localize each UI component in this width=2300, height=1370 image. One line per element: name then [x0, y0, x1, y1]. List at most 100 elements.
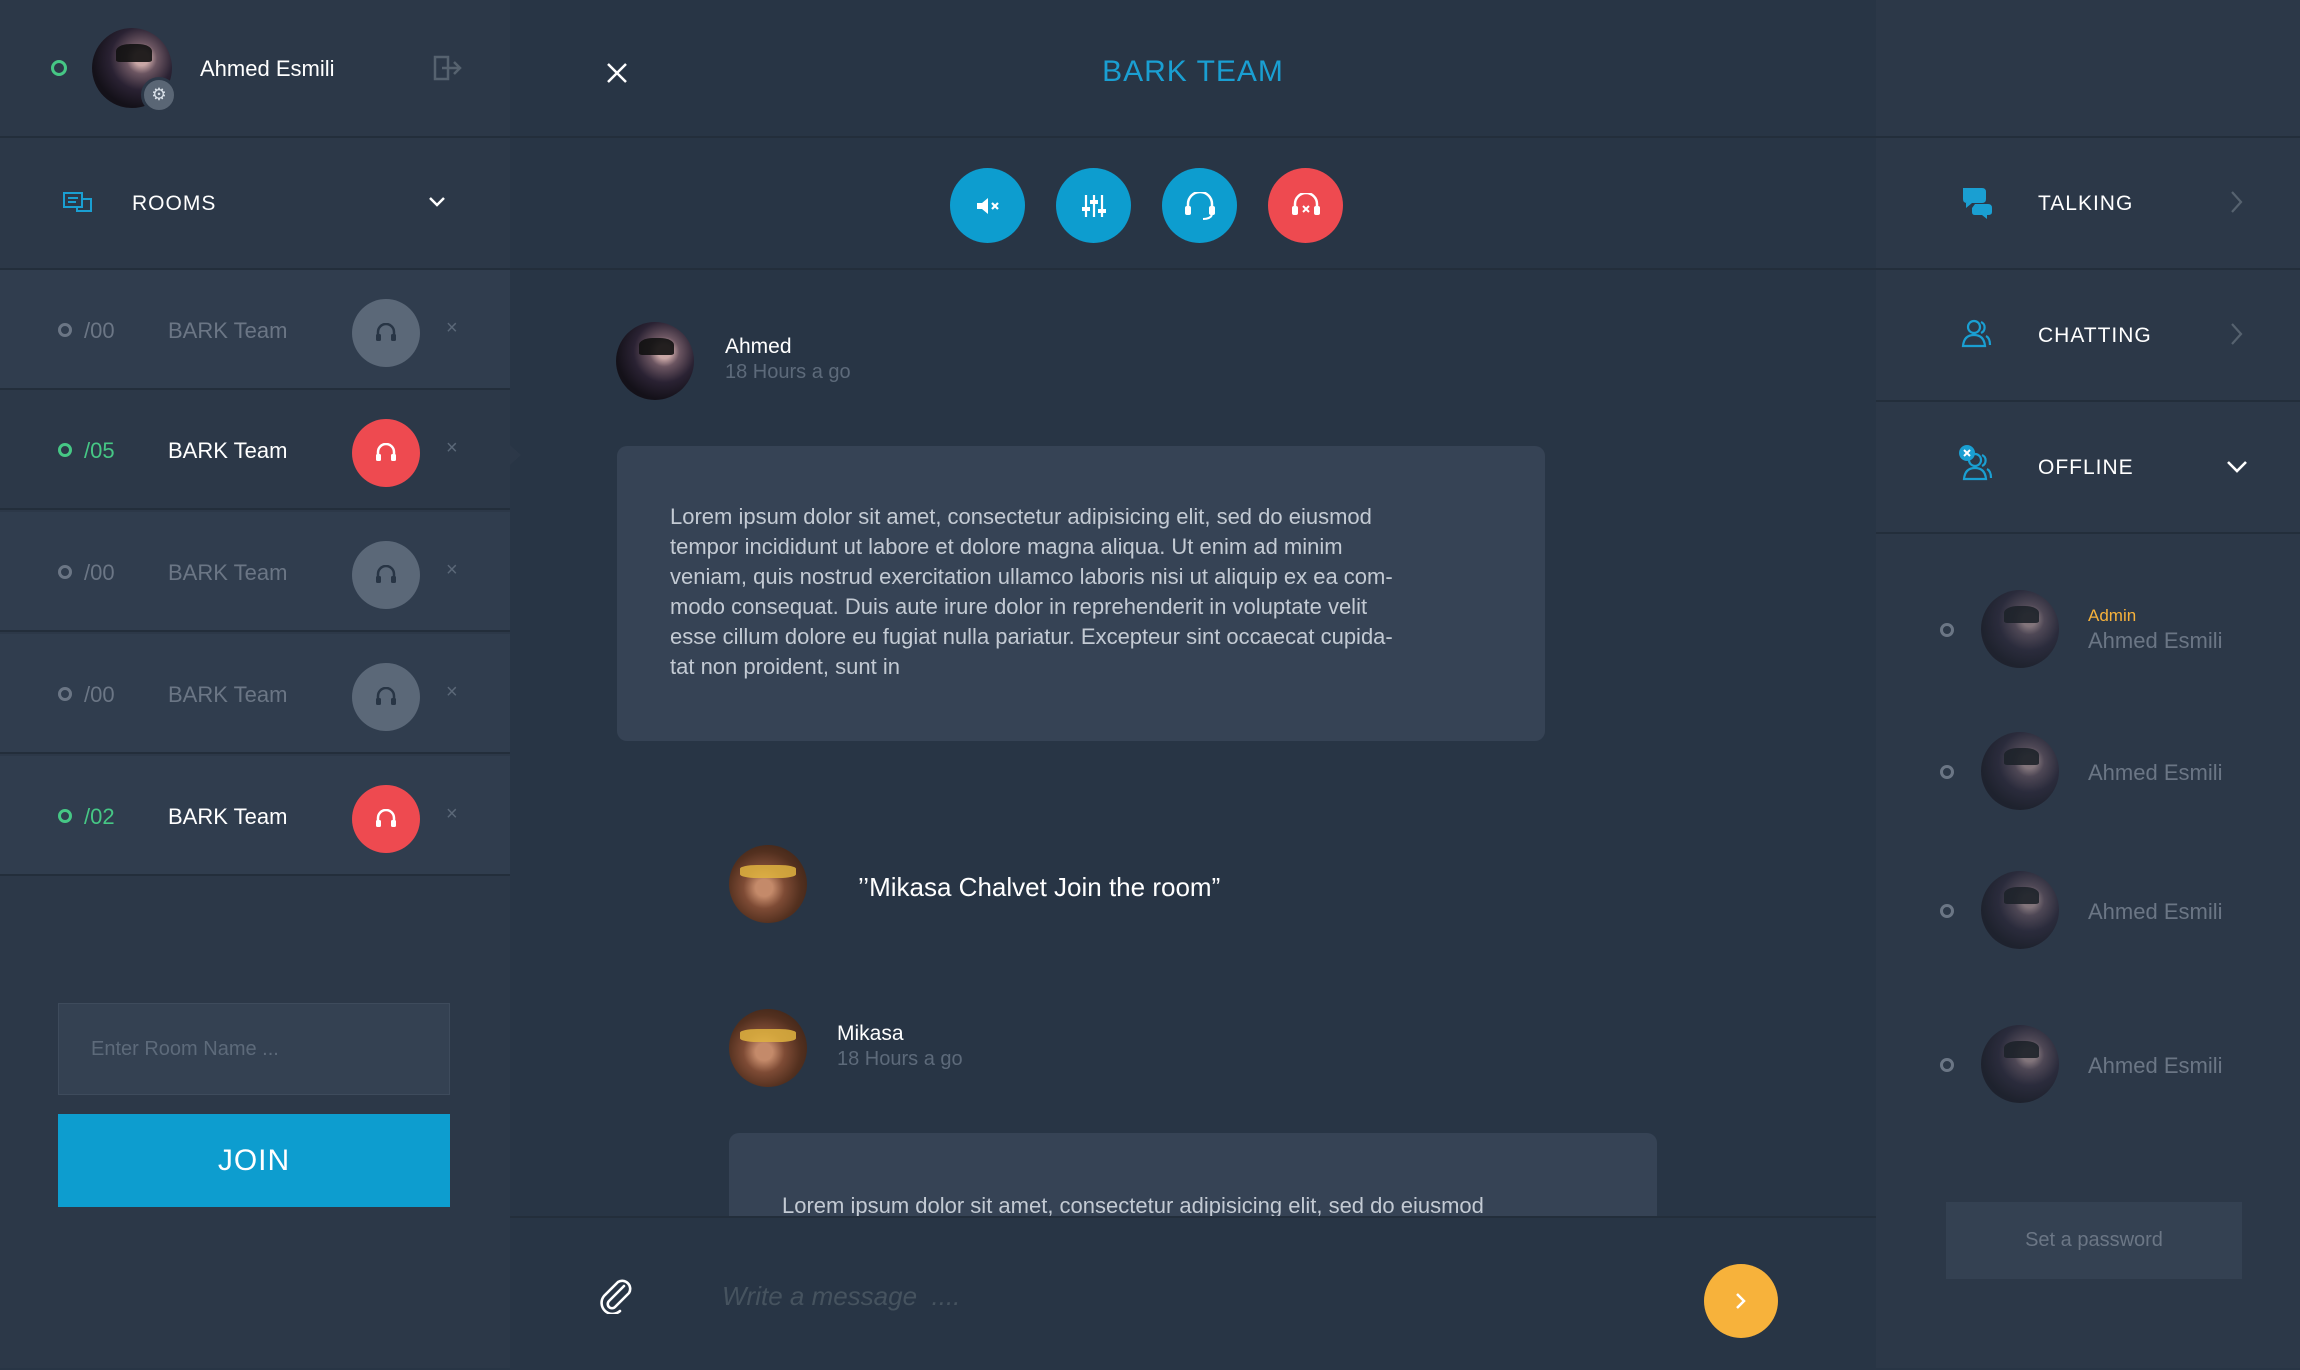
message-line: veniam, quis nostrud exercitation ullamc…	[670, 564, 1393, 589]
close-icon[interactable]: ×	[446, 682, 462, 702]
status-dot	[1940, 765, 1954, 779]
active-room-pointer	[510, 445, 521, 465]
headset-button[interactable]	[352, 785, 420, 853]
room-status-dot	[58, 809, 72, 823]
equalizer-button[interactable]	[1056, 168, 1131, 243]
room-status-dot	[58, 323, 72, 337]
headset-button[interactable]	[352, 419, 420, 487]
room-item[interactable]: /02 BARK Team ×	[0, 756, 510, 876]
mute-icon	[976, 197, 999, 214]
rooms-header[interactable]: ROOMS	[0, 138, 510, 270]
chevron-down-icon[interactable]	[428, 196, 446, 208]
user-list-item[interactable]: Ahmed Esmili	[1876, 1005, 2300, 1125]
headset-button[interactable]	[352, 541, 420, 609]
message-line: modo consequat. Duis aute irure dolor in…	[670, 594, 1368, 619]
room-number: /00	[84, 560, 115, 585]
section-label: OFFLINE	[2038, 456, 2134, 479]
send-button[interactable]	[1704, 1264, 1778, 1338]
headset-icon	[1184, 191, 1215, 220]
close-icon[interactable]: ×	[446, 438, 462, 458]
room-status-dot	[58, 565, 72, 579]
close-icon[interactable]: ×	[446, 804, 462, 824]
avatar[interactable]	[729, 845, 807, 923]
left-sidebar: ⚙ Ahmed Esmili ROOMS /00 BARK Team × /05…	[0, 0, 510, 1368]
user-list-item[interactable]: Ahmed Esmili	[1876, 851, 2300, 971]
call-controls	[510, 138, 1876, 270]
section-chatting[interactable]: CHATTING	[1876, 270, 2300, 402]
gear-icon[interactable]: ⚙	[141, 77, 177, 113]
room-item[interactable]: /00 BARK Team ×	[0, 634, 510, 754]
user-name: Ahmed Esmili	[2088, 628, 2223, 653]
message-line: tempor incididunt ut labore et dolore ma…	[670, 534, 1343, 559]
room-number: /05	[84, 438, 115, 463]
users-icon	[1961, 319, 1992, 348]
section-offline[interactable]: OFFLINE	[1876, 402, 2300, 534]
user-name: Ahmed Esmili	[2088, 899, 2223, 924]
headset-icon	[376, 687, 396, 705]
avatar	[1981, 732, 2059, 810]
message-author: Mikasa	[837, 1022, 904, 1045]
room-number: /00	[84, 682, 115, 707]
avatar[interactable]	[616, 322, 694, 400]
logout-icon[interactable]	[432, 55, 462, 81]
online-status-dot	[51, 60, 67, 76]
room-name: BARK Team	[168, 560, 288, 585]
rooms-title: ROOMS	[132, 192, 217, 215]
user-name: Ahmed Esmili	[2088, 760, 2223, 785]
rooms-icon	[63, 192, 92, 212]
room-name: BARK Team	[168, 438, 288, 463]
message-line: esse cillum dolore eu fugiat nulla paria…	[670, 624, 1393, 649]
chevron-right-icon[interactable]	[2230, 322, 2244, 346]
avatar	[1981, 590, 2059, 668]
message-line: tat non proident, sunt in	[670, 654, 900, 679]
right-sidebar: TALKING CHATTING OFFLINE Admin Ahmed Esm…	[1876, 0, 2300, 1368]
section-talking[interactable]: TALKING	[1876, 138, 2300, 270]
room-status-dot	[58, 687, 72, 701]
user-list-item[interactable]: Admin Ahmed Esmili	[1876, 570, 2300, 690]
message-line: Lorem ipsum dolor sit amet, consectetur …	[670, 504, 1372, 529]
close-icon[interactable]: ×	[446, 560, 462, 580]
headset-button[interactable]	[352, 299, 420, 367]
chat-header: BARK TEAM	[510, 0, 1876, 138]
chat-panel: BARK TEAM Ahmed 18 Hours a go Lorem ipsu…	[510, 0, 1876, 1370]
message-bubble: Lorem ipsum dolor sit amet, consectetur …	[729, 1133, 1657, 1216]
headset-button[interactable]	[1162, 168, 1237, 243]
join-button[interactable]: JOIN	[58, 1114, 450, 1207]
set-password-button[interactable]: Set a password	[1946, 1202, 2242, 1279]
headset-icon	[376, 443, 396, 461]
hangup-button[interactable]	[1268, 168, 1343, 243]
headset-icon	[376, 809, 396, 827]
room-item[interactable]: /05 BARK Team ×	[0, 390, 510, 510]
avatar	[1981, 1025, 2059, 1103]
room-number: /02	[84, 804, 115, 829]
message-input[interactable]	[720, 1270, 1624, 1322]
close-icon[interactable]: ×	[446, 318, 462, 338]
room-item[interactable]: /00 BARK Team ×	[0, 270, 510, 390]
talking-icon	[1963, 188, 1992, 219]
chevron-right-icon[interactable]	[2230, 190, 2244, 214]
paperclip-icon[interactable]	[598, 1276, 634, 1314]
chevron-down-icon[interactable]	[2226, 460, 2248, 474]
message-time: 18 Hours a go	[725, 361, 851, 383]
join-notice: ’’Mikasa Chalvet Join the room”	[858, 872, 1221, 902]
chat-title: BARK TEAM	[1102, 55, 1284, 88]
users-offline-icon	[1959, 445, 1993, 481]
room-name: BARK Team	[168, 318, 288, 343]
mute-button[interactable]	[950, 168, 1025, 243]
chevron-right-icon	[1736, 1293, 1746, 1309]
room-item[interactable]: /00 BARK Team ×	[0, 512, 510, 632]
user-name: Ahmed Esmili	[2088, 1053, 2223, 1078]
message-composer	[510, 1216, 1876, 1370]
message-time: 18 Hours a go	[837, 1048, 963, 1070]
avatar[interactable]	[729, 1009, 807, 1087]
room-name-input[interactable]	[58, 1003, 450, 1095]
headset-button[interactable]	[352, 663, 420, 731]
room-name: BARK Team	[168, 682, 288, 707]
section-label: CHATTING	[2038, 324, 2152, 347]
headset-off-icon	[1291, 192, 1320, 215]
room-name: BARK Team	[168, 804, 288, 829]
user-list-item[interactable]: Ahmed Esmili	[1876, 712, 2300, 832]
right-header	[1876, 0, 2300, 138]
message-line: Lorem ipsum dolor sit amet, consectetur …	[782, 1193, 1484, 1216]
equalizer-icon	[1081, 194, 1106, 217]
